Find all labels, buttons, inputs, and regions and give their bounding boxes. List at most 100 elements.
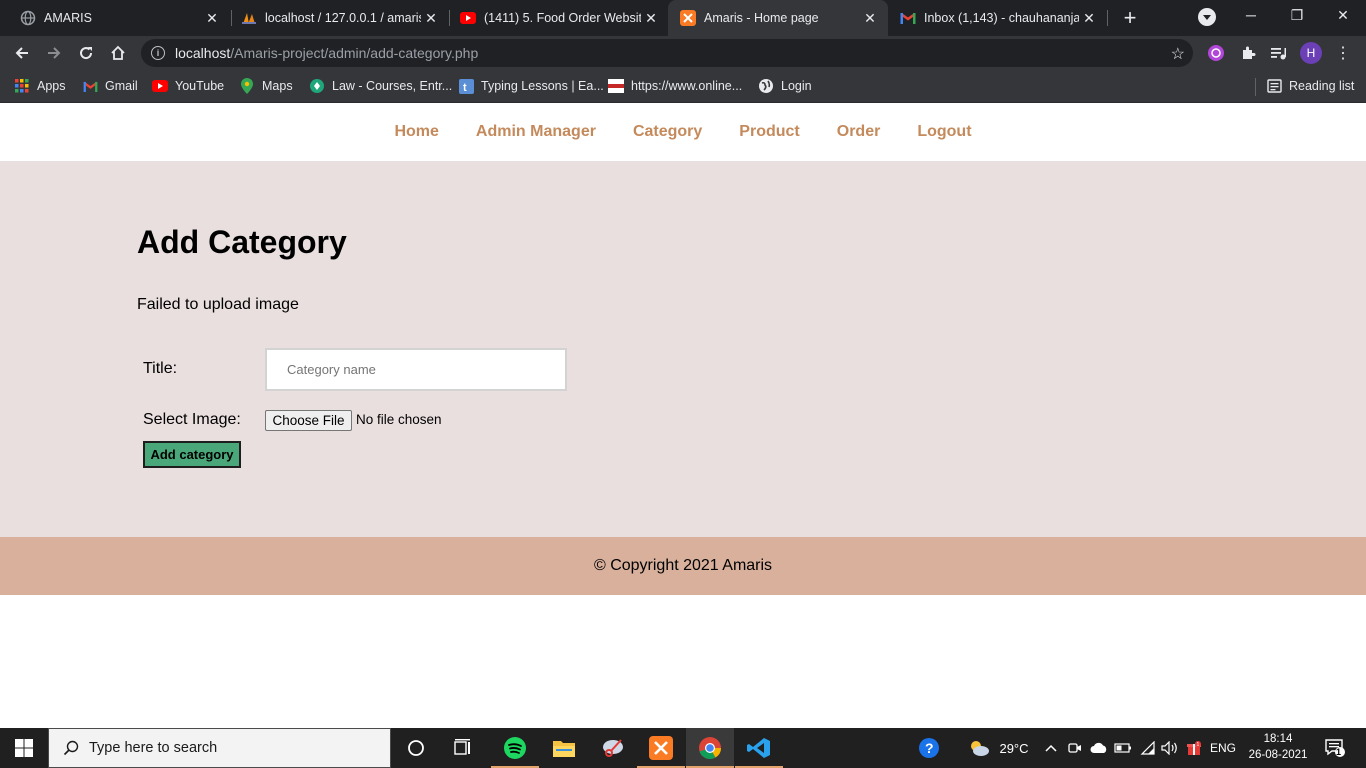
taskbar-vscode[interactable] <box>735 728 783 768</box>
info-icon[interactable]: i <box>151 46 165 60</box>
bookmark-online[interactable]: https://www.online... <box>608 76 742 96</box>
back-button[interactable] <box>9 40 35 66</box>
bookmark-label: Maps <box>262 79 293 93</box>
start-button[interactable] <box>0 728 48 768</box>
chevron-up-icon[interactable] <box>1042 728 1060 768</box>
choose-file-button[interactable]: Choose File <box>265 410 352 431</box>
nav-order-link[interactable]: Order <box>837 123 881 141</box>
bookmark-typing[interactable]: t Typing Lessons | Ea... <box>458 76 604 96</box>
wifi-icon[interactable] <box>1138 728 1158 768</box>
notification-center-button[interactable]: 1 <box>1320 728 1350 768</box>
select-image-label: Select Image: <box>143 411 241 428</box>
bookmark-maps[interactable]: Maps <box>239 76 293 96</box>
taskbar-xampp[interactable] <box>637 728 685 768</box>
new-tab-button[interactable]: + <box>1118 5 1142 30</box>
apps-grid-icon <box>14 78 30 94</box>
tab-title: (1411) 5. Food Order Website <box>484 11 641 25</box>
battery-icon[interactable] <box>1113 728 1133 768</box>
chrome-icon <box>699 737 721 760</box>
taskbar-snipping-tool[interactable] <box>589 728 637 768</box>
bookmark-label: Law - Courses, Entr... <box>332 79 453 93</box>
tab-search-button[interactable] <box>1198 8 1216 26</box>
taskbar-search-box[interactable]: Type here to search <box>48 728 391 768</box>
gift-notification-icon[interactable]: 1 <box>1184 728 1204 768</box>
category-title-input[interactable] <box>265 348 567 391</box>
taskbar-spotify[interactable] <box>491 728 539 768</box>
minimize-button[interactable]: ─ <box>1228 0 1274 30</box>
help-tray-button[interactable]: ? <box>914 728 944 768</box>
taskbar-chrome[interactable] <box>686 728 734 768</box>
language-indicator[interactable]: ENG <box>1208 728 1238 768</box>
arrow-left-icon <box>15 47 28 59</box>
nav-product-link[interactable]: Product <box>739 123 799 141</box>
tab-title: Amaris - Home page <box>704 11 819 25</box>
window-close-button[interactable]: ✕ <box>1320 0 1366 30</box>
close-icon[interactable]: ✕ <box>1079 8 1099 28</box>
globe-icon <box>20 10 36 26</box>
onedrive-cloud-icon[interactable] <box>1089 728 1109 768</box>
address-bar[interactable]: i localhost/Amaris-project/admin/add-cat… <box>141 39 1193 67</box>
browser-tab-strip: AMARIS ✕ localhost / 127.0.0.1 / amaris … <box>0 0 1366 36</box>
close-icon[interactable]: ✕ <box>202 8 222 28</box>
reload-button[interactable] <box>73 40 99 66</box>
bookmark-login[interactable]: Login <box>758 76 812 96</box>
main-menu: Home Admin Manager Category Product Orde… <box>0 103 1366 161</box>
bookmark-gmail[interactable]: Gmail <box>82 76 138 96</box>
extensions-button[interactable] <box>1237 42 1259 64</box>
close-icon[interactable]: ✕ <box>421 8 441 28</box>
notification-count: 1 <box>1336 747 1342 757</box>
browser-tab[interactable]: Inbox (1,143) - chauhananjali ✕ <box>888 0 1107 36</box>
browser-tab[interactable]: (1411) 5. Food Order Website ✕ <box>448 0 669 36</box>
tab-title: AMARIS <box>44 11 92 25</box>
browser-tab[interactable]: AMARIS ✕ <box>8 0 230 36</box>
task-view-icon <box>454 739 470 755</box>
file-status-text: No file chosen <box>356 412 442 427</box>
forward-button[interactable] <box>41 40 67 66</box>
clock-time: 18:14 <box>1263 733 1293 745</box>
volume-icon[interactable] <box>1160 728 1180 768</box>
menu-kebab-icon[interactable]: ⋮ <box>1332 42 1354 64</box>
extension-circle-icon <box>1208 45 1224 61</box>
browser-tab-active[interactable]: Amaris - Home page ✕ <box>668 0 888 36</box>
reading-list-button[interactable]: Reading list <box>1266 76 1354 96</box>
youtube-icon <box>152 78 168 94</box>
bookmark-label: https://www.online... <box>631 79 743 93</box>
windows-taskbar: Type here to search ? 29°C 1 ENG 18:14 2… <box>0 728 1366 768</box>
add-category-button[interactable]: Add category <box>143 441 241 468</box>
xampp-icon <box>680 10 696 26</box>
windows-logo-icon <box>15 739 33 757</box>
nav-category-link[interactable]: Category <box>633 123 702 141</box>
bookmark-apps[interactable]: Apps <box>14 76 66 96</box>
clock-date: 26-08-2021 <box>1248 749 1308 761</box>
tab-title: Inbox (1,143) - chauhananjali <box>924 11 1079 25</box>
law-icon <box>309 78 325 94</box>
bookmark-label: Typing Lessons | Ea... <box>481 79 604 93</box>
nav-logout-link[interactable]: Logout <box>917 123 971 141</box>
meet-now-icon[interactable] <box>1066 728 1084 768</box>
close-icon[interactable]: ✕ <box>641 8 661 28</box>
browser-tab[interactable]: localhost / 127.0.0.1 / amaris ✕ <box>229 0 449 36</box>
extension-button[interactable] <box>1205 42 1227 64</box>
site-footer: © Copyright 2021 Amaris <box>0 537 1366 595</box>
media-control-button[interactable] <box>1268 42 1290 64</box>
help-icon: ? <box>919 738 939 758</box>
home-button[interactable] <box>105 40 131 66</box>
maximize-button[interactable]: ❐ <box>1274 0 1320 30</box>
cortana-button[interactable] <box>392 728 440 768</box>
search-placeholder: Type here to search <box>89 740 218 756</box>
reading-list-label: Reading list <box>1289 79 1355 93</box>
nav-admin-manager-link[interactable]: Admin Manager <box>476 123 596 141</box>
bookmark-law[interactable]: Law - Courses, Entr... <box>309 76 452 96</box>
bookmark-youtube[interactable]: YouTube <box>152 76 224 96</box>
site-header: Home Admin Manager Category Product Orde… <box>0 103 1366 162</box>
profile-avatar[interactable]: H <box>1300 42 1322 64</box>
taskbar-file-explorer[interactable] <box>540 728 588 768</box>
weather-tray-button[interactable] <box>964 728 994 768</box>
nav-home-link[interactable]: Home <box>394 123 438 141</box>
system-clock[interactable]: 18:14 26-08-2021 <box>1240 731 1316 765</box>
close-icon[interactable]: ✕ <box>860 8 880 28</box>
maps-pin-icon <box>239 78 255 94</box>
spotify-icon <box>504 737 526 759</box>
bookmark-star-icon[interactable]: ☆ <box>1171 44 1185 64</box>
task-view-button[interactable] <box>440 728 488 768</box>
